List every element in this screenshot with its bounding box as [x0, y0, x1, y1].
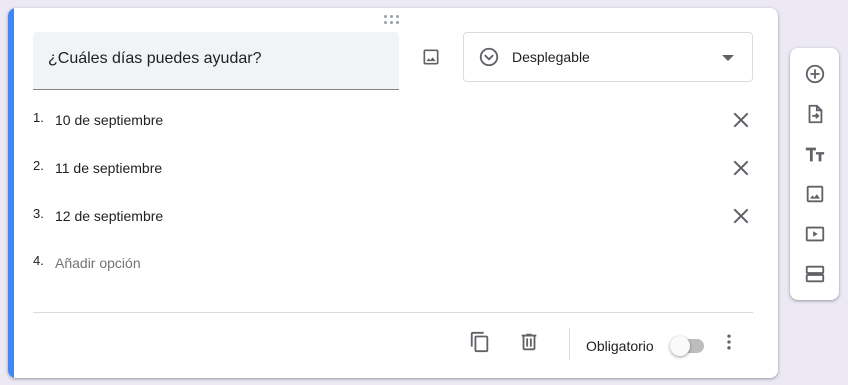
- remove-option-button[interactable]: [729, 156, 753, 180]
- chevron-circle-icon: [479, 47, 499, 67]
- footer-separator: [569, 328, 570, 360]
- question-title-text: ¿Cuáles días puedes ayudar?: [48, 50, 262, 67]
- close-icon: [733, 208, 749, 224]
- add-question-icon: [805, 64, 825, 84]
- option-text[interactable]: 12 de septiembre: [55, 208, 163, 224]
- option-row[interactable]: 3. 12 de septiembre: [33, 201, 753, 231]
- delete-button[interactable]: [517, 330, 541, 354]
- required-label: Obligatorio: [586, 338, 654, 354]
- active-accent-bar: [8, 8, 14, 378]
- question-title-input[interactable]: ¿Cuáles días puedes ayudar?: [33, 32, 399, 90]
- close-icon: [733, 160, 749, 176]
- add-title-icon: [805, 147, 825, 162]
- footer-divider: [33, 312, 753, 313]
- add-section-icon: [805, 265, 825, 283]
- copy-icon: [470, 331, 489, 353]
- add-option-input[interactable]: Añadir opción: [55, 255, 141, 271]
- add-video-button[interactable]: [802, 221, 828, 247]
- option-number: 3.: [33, 205, 44, 221]
- question-card[interactable]: ¿Cuáles días puedes ayudar? Desplegable …: [8, 8, 778, 378]
- option-number: 2.: [33, 157, 44, 173]
- question-type-label: Desplegable: [512, 49, 590, 65]
- add-question-button[interactable]: [802, 61, 828, 87]
- option-number: 4.: [33, 252, 44, 268]
- required-toggle[interactable]: [670, 336, 706, 356]
- option-number: 1.: [33, 109, 44, 125]
- import-questions-icon: [808, 104, 823, 124]
- add-image-icon: [806, 185, 824, 203]
- add-image-button[interactable]: [802, 181, 828, 207]
- add-video-icon: [805, 226, 825, 242]
- remove-option-button[interactable]: [729, 108, 753, 132]
- option-row[interactable]: 2. 11 de septiembre: [33, 153, 753, 183]
- question-type-dropdown[interactable]: Desplegable: [463, 32, 753, 82]
- duplicate-button[interactable]: [468, 330, 492, 354]
- add-image-button[interactable]: [416, 42, 446, 72]
- trash-icon: [521, 333, 537, 351]
- drag-handle-icon[interactable]: [384, 15, 402, 25]
- import-questions-button[interactable]: [802, 101, 828, 127]
- more-vert-icon: [727, 334, 731, 350]
- toggle-thumb: [670, 336, 690, 356]
- add-title-button[interactable]: [802, 141, 828, 167]
- more-options-button[interactable]: [717, 330, 741, 354]
- option-row[interactable]: 1. 10 de septiembre: [33, 105, 753, 135]
- caret-down-icon: [722, 55, 734, 61]
- image-icon: [423, 49, 439, 65]
- close-icon: [733, 112, 749, 128]
- floating-toolbar: [790, 48, 839, 300]
- option-text[interactable]: 10 de septiembre: [55, 112, 163, 128]
- option-text[interactable]: 11 de septiembre: [55, 160, 162, 176]
- remove-option-button[interactable]: [729, 204, 753, 228]
- add-option-row[interactable]: 4. Añadir opción: [33, 248, 753, 278]
- add-section-button[interactable]: [802, 261, 828, 287]
